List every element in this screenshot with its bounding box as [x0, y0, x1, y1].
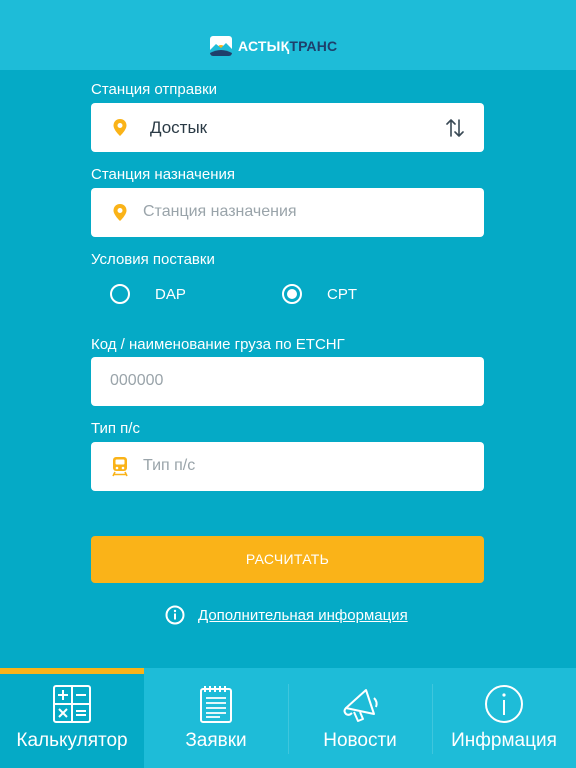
radio-dap-label: DAP	[155, 285, 186, 303]
departure-field[interactable]: Достык	[91, 103, 484, 152]
tab-calculator[interactable]: Калькулятор	[0, 668, 144, 768]
brand-logo: АСТЫҚТРАНС	[210, 35, 337, 57]
mountain-sun-logo-icon	[210, 36, 232, 56]
cargo-code-label: Код / наименование груза по ЕТСНГ	[91, 336, 345, 353]
cargo-code-field[interactable]: 000000	[91, 357, 484, 406]
tab-news[interactable]: Новости	[288, 668, 432, 768]
radio-dap-circle[interactable]	[110, 284, 130, 304]
notepad-icon	[200, 686, 232, 723]
radio-dap[interactable]: DAP	[110, 284, 186, 304]
app-header: АСТЫҚТРАНС	[0, 0, 576, 70]
location-pin-icon	[113, 204, 127, 221]
departure-value: Достык	[150, 118, 208, 137]
destination-placeholder: Станция назначения	[143, 203, 297, 220]
tab-news-label: Новости	[323, 730, 397, 751]
swap-arrows-icon[interactable]	[444, 117, 466, 139]
tab-requests-label: Заявки	[185, 730, 247, 751]
cargo-code-placeholder: 000000	[110, 372, 164, 389]
delivery-terms-label: Условия поставки	[91, 251, 215, 268]
bottom-tab-bar: Калькулятор Заявки Новости Инфрмация	[0, 668, 576, 768]
brand-name-part2: ТРАНС	[289, 38, 338, 54]
calculator-icon	[53, 685, 91, 723]
train-icon	[112, 457, 128, 477]
wagon-type-placeholder: Тип п/с	[143, 457, 196, 474]
wagon-type-field[interactable]: Тип п/с	[91, 442, 484, 491]
radio-cpt-label: CPT	[327, 285, 357, 303]
radio-cpt[interactable]: CPT	[282, 284, 357, 304]
info-icon	[485, 685, 523, 723]
destination-field[interactable]: Станция назначения	[91, 188, 484, 237]
megaphone-icon	[343, 689, 378, 722]
tab-calculator-label: Калькулятор	[16, 730, 128, 751]
brand-name-part1: АСТЫҚ	[238, 38, 290, 54]
more-info-text[interactable]: Дополнительная информация	[198, 607, 408, 624]
calculate-button[interactable]: РАСЧИТАТЬ	[91, 536, 484, 583]
more-info-link[interactable]: Дополнительная информация	[165, 604, 408, 626]
tab-requests[interactable]: Заявки	[144, 668, 288, 768]
location-pin-icon	[113, 119, 127, 136]
info-icon	[165, 605, 185, 625]
brand-name: АСТЫҚТРАНС	[238, 38, 337, 54]
destination-label: Станция назначения	[91, 166, 235, 183]
radio-cpt-circle[interactable]	[282, 284, 302, 304]
tab-info-label: Инфрмация	[451, 730, 557, 751]
delivery-terms-options: DAP CPT	[0, 284, 576, 310]
departure-label: Станция отправки	[91, 81, 218, 98]
tab-info[interactable]: Инфрмация	[432, 668, 576, 768]
wagon-type-label: Тип п/с	[91, 420, 140, 437]
active-tab-indicator	[0, 668, 144, 674]
